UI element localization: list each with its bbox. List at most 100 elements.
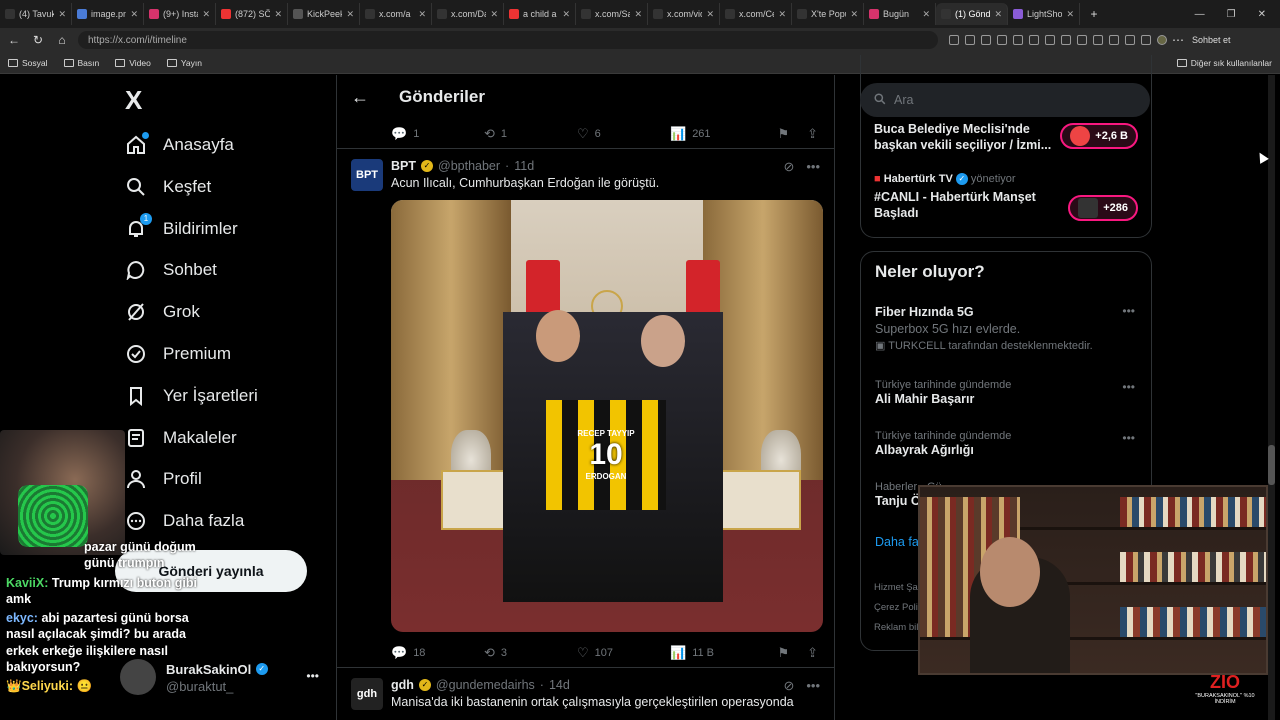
tab-10[interactable]: x.com/Ce ✕ bbox=[720, 3, 792, 25]
tweet[interactable]: gdh gdh ✓ @gundemedairhs · 14d ⊘ ••• Mani… bbox=[337, 668, 834, 710]
close-icon[interactable]: ✕ bbox=[850, 9, 858, 20]
tab-13[interactable]: (1) Gönde✕ bbox=[936, 3, 1008, 25]
views-button[interactable]: 📊 261 bbox=[670, 126, 763, 142]
bookmark-icon[interactable]: ⚑ bbox=[777, 645, 789, 661]
search-input[interactable]: Ara bbox=[860, 83, 1150, 117]
close-icon[interactable]: ✕ bbox=[418, 9, 426, 20]
more-dots-icon[interactable]: ••• bbox=[1122, 380, 1135, 394]
close-icon[interactable]: ✕ bbox=[58, 9, 66, 20]
zoom-icon[interactable] bbox=[965, 35, 975, 45]
sidebar-item-articles[interactable]: Makaleler bbox=[125, 423, 237, 453]
sidebar-item-grok[interactable]: Grok bbox=[125, 297, 200, 327]
footer-link[interactable]: Reklam bilg bbox=[874, 618, 924, 638]
trend-item[interactable]: Türkiye tarihinde gündemde Ali Mahir Baş… bbox=[875, 379, 1011, 407]
copilot-button[interactable]: Sohbet et bbox=[1192, 35, 1231, 45]
close-icon[interactable]: ✕ bbox=[1066, 9, 1074, 20]
tweet-image[interactable]: RECEP TAYYIP 10 ERDOGAN bbox=[391, 200, 823, 632]
collections-icon[interactable] bbox=[1125, 35, 1135, 45]
trend-item[interactable]: ■ Habertürk TV ✓ yönetiyor #CANLI - Habe… bbox=[874, 173, 1064, 222]
reader-icon[interactable] bbox=[949, 35, 959, 45]
tab-2[interactable]: (9+) Insta ✕ bbox=[144, 3, 216, 25]
tab-3[interactable]: (872) SÖZ ✕ bbox=[216, 3, 288, 25]
extension-icon[interactable] bbox=[1013, 35, 1023, 45]
tab-5[interactable]: x.com/a ✕ bbox=[360, 3, 432, 25]
bookmark-folder[interactable]: Video bbox=[115, 58, 151, 68]
trend-item[interactable]: Türkiye tarihinde gündemde Albayrak Ağır… bbox=[875, 430, 1011, 458]
repost-button[interactable]: ⟲ 3 bbox=[484, 645, 577, 661]
share-icon[interactable]: ⇪ bbox=[807, 645, 818, 661]
share-icon[interactable]: ⇪ bbox=[807, 126, 818, 142]
downloads-icon[interactable] bbox=[1141, 35, 1151, 45]
trend-pill[interactable]: +286 bbox=[1068, 195, 1138, 221]
like-button[interactable]: ♡ 107 bbox=[577, 645, 670, 661]
favorites-icon[interactable] bbox=[1109, 35, 1119, 45]
sidebar-item-profile[interactable]: Profil bbox=[125, 464, 202, 494]
tweet-handle[interactable]: @gundemedairhs bbox=[436, 678, 535, 692]
tweet-author-name[interactable]: BPT bbox=[391, 159, 416, 173]
tweet-handle[interactable]: @bpthaber bbox=[438, 159, 500, 173]
scrollbar-thumb[interactable] bbox=[1268, 445, 1275, 485]
show-more-link[interactable]: Daha fa bbox=[875, 535, 919, 549]
grok-icon[interactable]: ⊘ bbox=[783, 678, 794, 694]
sidebar-item-explore[interactable]: Keşfet bbox=[125, 172, 211, 202]
tab-8[interactable]: x.com/Sa ✕ bbox=[576, 3, 648, 25]
reply-button[interactable]: 💬 18 bbox=[391, 645, 484, 661]
sidebar-item-notifications[interactable]: 1 Bildirimler bbox=[125, 213, 238, 244]
close-window-icon[interactable]: ✕ bbox=[1258, 9, 1266, 20]
tab-1[interactable]: image.pn ✕ bbox=[72, 3, 144, 25]
tweet-author-name[interactable]: gdh bbox=[391, 678, 414, 692]
tweet-avatar[interactable]: gdh bbox=[351, 678, 383, 710]
split-screen-icon[interactable] bbox=[1093, 35, 1103, 45]
tweet[interactable]: BPT BPT ✓ @bpthaber · 11d ⊘ ••• Acun Ilıc… bbox=[337, 149, 834, 632]
back-arrow-icon[interactable]: ← bbox=[351, 87, 369, 108]
extension-icon[interactable] bbox=[981, 35, 991, 45]
extension-icon[interactable] bbox=[1029, 35, 1039, 45]
back-icon[interactable]: ← bbox=[6, 33, 22, 47]
views-button[interactable]: 📊 11 B bbox=[670, 645, 763, 661]
minimize-icon[interactable]: — bbox=[1195, 9, 1205, 20]
tweet-avatar[interactable]: BPT bbox=[351, 159, 383, 191]
extension-icon[interactable] bbox=[1045, 35, 1055, 45]
trend-item[interactable]: Fiber Hızında 5G Superbox 5G hızı evlerd… bbox=[875, 304, 1093, 352]
tab-11[interactable]: X'te Popu ✕ bbox=[792, 3, 864, 25]
tweet-time[interactable]: 11d bbox=[514, 159, 534, 173]
tab-7[interactable]: a child a ✕ bbox=[504, 3, 576, 25]
close-icon[interactable]: ✕ bbox=[202, 9, 210, 20]
extension-icon[interactable] bbox=[1061, 35, 1071, 45]
close-icon[interactable]: ✕ bbox=[562, 9, 570, 20]
extension-icon[interactable] bbox=[1077, 35, 1087, 45]
like-button[interactable]: ♡ 6 bbox=[577, 126, 670, 142]
scrollbar-track[interactable] bbox=[1268, 75, 1275, 720]
close-icon[interactable]: ✕ bbox=[130, 9, 138, 20]
footer-link[interactable]: Çerez Polit bbox=[874, 598, 924, 618]
close-icon[interactable]: ✕ bbox=[778, 9, 786, 20]
close-icon[interactable]: ✕ bbox=[994, 9, 1002, 20]
tab-9[interactable]: x.com/vid ✕ bbox=[648, 3, 720, 25]
more-dots-icon[interactable]: ••• bbox=[806, 159, 820, 175]
favorite-star-icon[interactable] bbox=[997, 35, 1007, 45]
footer-link[interactable]: Hizmet Şar bbox=[874, 578, 924, 598]
sidebar-item-home[interactable]: Anasayfa bbox=[125, 130, 234, 160]
sidebar-item-bookmarks[interactable]: Yer İşaretleri bbox=[125, 381, 258, 411]
bookmark-folder[interactable]: Basın bbox=[63, 58, 99, 68]
restore-icon[interactable]: ❐ bbox=[1227, 9, 1236, 20]
home-icon[interactable]: ⌂ bbox=[54, 33, 70, 47]
more-dots-icon[interactable]: ••• bbox=[806, 678, 820, 694]
tab-6[interactable]: x.com/Da ✕ bbox=[432, 3, 504, 25]
bookmark-folder[interactable]: Yayın bbox=[166, 58, 202, 68]
grok-icon[interactable]: ⊘ bbox=[783, 159, 794, 175]
close-icon[interactable]: ✕ bbox=[490, 9, 498, 20]
more-dots-icon[interactable]: ••• bbox=[1122, 431, 1135, 445]
new-tab-icon[interactable]: + bbox=[1086, 7, 1102, 21]
url-field[interactable]: https://x.com/i/timeline bbox=[78, 31, 938, 49]
close-icon[interactable]: ✕ bbox=[922, 9, 930, 20]
bookmark-folder[interactable]: Sosyal bbox=[8, 58, 48, 68]
menu-dots-icon[interactable]: ⋯ bbox=[1170, 33, 1186, 47]
more-dots-icon[interactable]: ••• bbox=[306, 669, 319, 683]
tab-12[interactable]: Bugün ✕ bbox=[864, 3, 936, 25]
bookmark-icon[interactable]: ⚑ bbox=[777, 126, 789, 142]
tab-0[interactable]: (4) Tavuk ✕ bbox=[0, 3, 72, 25]
x-logo[interactable]: X bbox=[125, 85, 142, 116]
sidebar-item-more[interactable]: Daha fazla bbox=[125, 506, 244, 536]
close-icon[interactable]: ✕ bbox=[706, 9, 714, 20]
